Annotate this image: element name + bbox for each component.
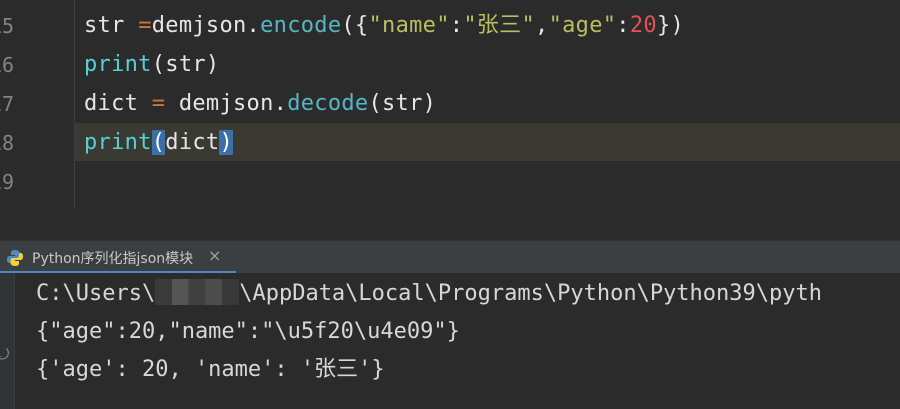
editor-panel-gap xyxy=(0,209,900,239)
code-token: ( xyxy=(151,130,166,155)
code-token: dict xyxy=(84,91,152,116)
console-path-suffix: \AppData\Local\Programs\Python\Python39\… xyxy=(239,281,823,306)
code-token: , xyxy=(535,13,549,38)
code-token: str xyxy=(84,13,139,38)
code-token: = xyxy=(151,91,166,116)
code-line[interactable]: print(str) xyxy=(84,46,219,84)
code-token: demjson. xyxy=(165,91,288,116)
run-tool-window-header: Python序列化指json模块 × xyxy=(0,240,900,274)
console-output[interactable]: ⤾ C:\Users\ \AppData\Local\Programs\Pytho… xyxy=(0,273,900,409)
code-token: : xyxy=(616,13,630,38)
code-token: = xyxy=(138,13,152,38)
line-number: 15 xyxy=(0,14,15,38)
line-number: 16 xyxy=(0,53,15,77)
code-line[interactable]: str =demjson.encode({"name":"张三","age":2… xyxy=(84,7,684,45)
code-token: "张三" xyxy=(463,13,536,38)
code-token: print xyxy=(84,52,152,77)
python-icon xyxy=(7,250,23,266)
line-number: 19 xyxy=(0,170,15,194)
code-token: "name" xyxy=(368,13,450,38)
code-token: dict xyxy=(165,130,220,155)
code-token: print xyxy=(84,130,152,155)
code-token: : xyxy=(449,13,464,38)
close-icon[interactable]: × xyxy=(208,246,221,265)
line-number: 17 xyxy=(0,92,15,116)
code-token: ({ xyxy=(341,13,369,38)
code-token: decode xyxy=(287,91,369,116)
run-tab[interactable]: Python序列化指json模块 × xyxy=(0,241,236,274)
rerun-icon[interactable]: ⤾ xyxy=(0,345,9,365)
code-token: encode xyxy=(260,13,342,38)
code-editor[interactable]: 15 16 17 18 19 str =demjson.encode({"nam… xyxy=(0,0,900,209)
code-token: (str) xyxy=(368,91,437,116)
code-token: demjson. xyxy=(151,13,261,38)
line-number-gutter: 15 16 17 18 19 xyxy=(0,0,75,209)
code-line[interactable]: print(dict) xyxy=(84,124,234,162)
code-line[interactable]: dict = demjson.decode(str) xyxy=(84,85,436,123)
console-line: {"age":20,"name":"\u5f20\u4e09"} xyxy=(36,319,460,344)
code-token: (str) xyxy=(151,52,220,77)
code-token: ) xyxy=(219,130,234,155)
line-number: 18 xyxy=(0,131,15,155)
console-line: {'age': 20, 'name': '张三'} xyxy=(36,357,385,382)
code-token: 20 xyxy=(629,13,657,38)
code-token: }) xyxy=(656,13,685,38)
redacted-username xyxy=(155,279,240,305)
console-line: C:\Users\ \AppData\Local\Programs\Python\… xyxy=(36,275,822,313)
code-token: "age" xyxy=(548,13,617,38)
console-gutter: ⤾ xyxy=(0,273,15,409)
run-tab-title: Python序列化指json模块 xyxy=(32,251,194,267)
console-path-prefix: C:\Users\ xyxy=(36,281,156,306)
